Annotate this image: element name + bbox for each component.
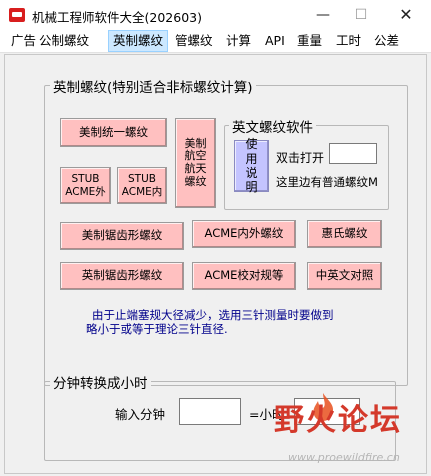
menu-item-weight[interactable]: 重量 <box>293 30 326 52</box>
double-click-label: 双击打开 <box>276 151 325 165</box>
menu-bar: 广告 公制螺纹 英制螺纹 管螺纹 计算 API 重量 工时 公差 <box>0 30 431 53</box>
window-title: 机械工程师软件大全(202603) <box>32 10 202 25</box>
close-button[interactable]: ✕ <box>386 0 426 30</box>
double-click-open-input[interactable] <box>329 143 377 164</box>
three-wire-note-line-2: 略小于或等于理论三针直径. <box>86 322 228 336</box>
menu-item-calculation[interactable]: 计算 <box>222 30 255 52</box>
imperial-thread-group-title: 英制螺纹(特别适合非标螺纹计算) <box>50 76 256 96</box>
menu-item-tolerance[interactable]: 公差 <box>370 30 403 52</box>
forum-watermark: 野火论坛 www.proewildfire.cn <box>268 393 428 473</box>
us-buttress-thread-button[interactable]: 美制锯齿形螺纹 <box>60 222 184 250</box>
watermark-text: 野火论坛 <box>274 403 402 438</box>
acme-internal-external-button[interactable]: ACME内外螺纹 <box>192 220 296 248</box>
common-thread-note: 这里边有普通螺纹M <box>276 175 378 189</box>
app-window: 机械工程师软件大全(202603) — ☐ ✕ 广告 公制螺纹 英制螺纹 管螺纹… <box>0 0 431 476</box>
menu-item-imperial-thread[interactable]: 英制螺纹 <box>108 30 169 52</box>
watermark-url: www.proewildfire.cn <box>288 451 400 464</box>
us-unified-thread-button[interactable]: 美制统一螺纹 <box>60 118 167 147</box>
stub-acme-internal-button[interactable]: STUB ACME内 <box>117 167 167 204</box>
uk-buttress-thread-button[interactable]: 英制锯齿形螺纹 <box>60 262 184 290</box>
usage-instructions-button[interactable]: 使用 说明 <box>234 137 269 194</box>
minutes-label: 输入分钟 <box>115 407 166 422</box>
menu-item-api[interactable]: API <box>261 30 289 52</box>
minutes-input[interactable] <box>179 398 241 425</box>
maximize-button[interactable]: ☐ <box>341 0 381 30</box>
menu-item-man-hours[interactable]: 工时 <box>332 30 365 52</box>
app-icon <box>9 8 25 22</box>
whitworth-thread-button[interactable]: 惠氏螺纹 <box>307 220 382 248</box>
acme-check-gauge-button[interactable]: ACME校对规等 <box>192 262 296 290</box>
minutes-to-hours-title: 分钟转换成小时 <box>50 372 151 392</box>
chinese-english-table-button[interactable]: 中英文对照 <box>307 262 382 290</box>
menu-item-pipe-thread[interactable]: 管螺纹 <box>171 30 217 52</box>
minimize-button[interactable]: — <box>303 0 343 30</box>
menu-item-metric-thread[interactable]: 公制螺纹 <box>35 30 93 52</box>
stub-acme-external-button[interactable]: STUB ACME外 <box>60 167 111 204</box>
us-aerospace-thread-button[interactable]: 美制 航空 航天 螺纹 <box>175 118 216 208</box>
english-thread-software-title: 英文螺纹软件 <box>229 116 316 136</box>
title-bar: 机械工程师软件大全(202603) — ☐ ✕ <box>0 0 431 30</box>
